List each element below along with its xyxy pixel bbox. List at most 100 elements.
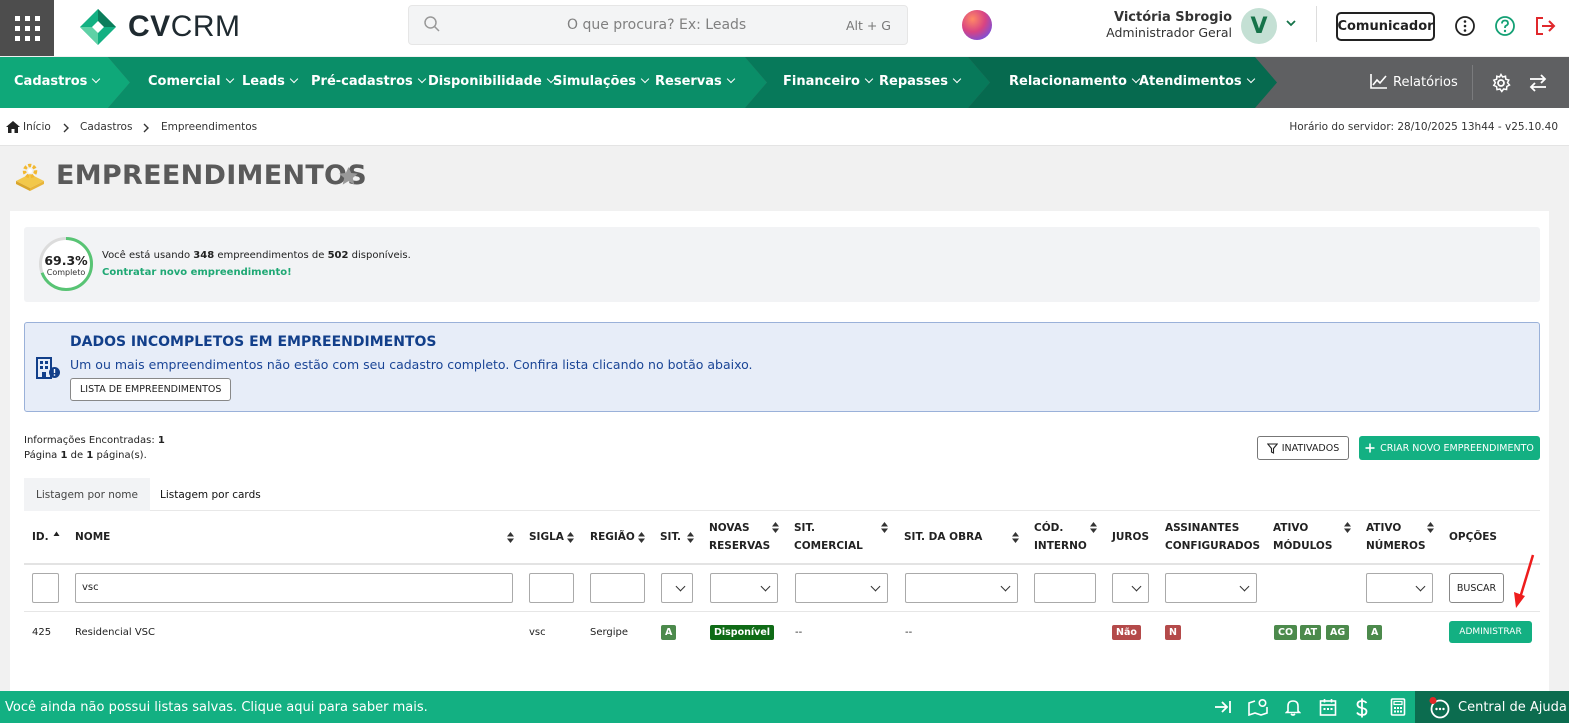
filter-id-input[interactable] bbox=[32, 573, 59, 603]
home-icon[interactable] bbox=[6, 121, 20, 133]
avatar[interactable]: V bbox=[1241, 8, 1277, 44]
logout-icon[interactable] bbox=[1533, 15, 1557, 37]
apps-menu-button[interactable] bbox=[0, 0, 54, 56]
chevron-right-icon bbox=[63, 123, 69, 133]
nav-repasses[interactable]: Repasses bbox=[879, 74, 962, 89]
nav-relatorios[interactable]: Relatórios bbox=[1370, 73, 1458, 90]
cvcrm-logo[interactable]: CVCRM bbox=[78, 6, 241, 48]
col-sit-obra[interactable]: SIT. DA OBRA bbox=[904, 528, 982, 546]
nav-reservas[interactable]: Reservas bbox=[655, 74, 736, 89]
cell-sit-obra: -- bbox=[905, 627, 913, 638]
col-cod-interno[interactable]: CÓD. INTERNO bbox=[1034, 519, 1087, 555]
inativados-filter-button[interactable]: INATIVADOS bbox=[1257, 436, 1349, 460]
sort-icon[interactable] bbox=[507, 532, 514, 543]
col-sit-comercial[interactable]: SIT. COMERCIAL bbox=[794, 519, 863, 555]
sort-icon[interactable] bbox=[687, 532, 694, 543]
favorite-star-icon[interactable] bbox=[338, 166, 359, 186]
sort-icon[interactable] bbox=[1012, 532, 1019, 543]
sort-icon[interactable] bbox=[881, 522, 888, 533]
sort-asc-icon[interactable] bbox=[53, 531, 60, 537]
administrar-button[interactable]: ADMINISTRAR bbox=[1449, 621, 1532, 643]
central-ajuda-button[interactable]: Central de Ajuda bbox=[1415, 691, 1569, 723]
user-info[interactable]: Victória Sbrogio Administrador Geral bbox=[1106, 10, 1232, 40]
usage-text: Você está usando 348 empreendimentos de … bbox=[102, 250, 411, 261]
col-sit[interactable]: SIT. bbox=[660, 528, 681, 546]
bell-icon[interactable] bbox=[1285, 698, 1301, 716]
page-title: EMPREENDIMENTOS bbox=[56, 160, 368, 191]
col-ativo-numeros[interactable]: ATIVO NÚMEROS bbox=[1366, 519, 1426, 555]
col-sigla[interactable]: SIGLA bbox=[529, 528, 564, 546]
status-badge-sit: A bbox=[661, 625, 677, 640]
criar-empreendimento-button[interactable]: CRIAR NOVO EMPREENDIMENTO bbox=[1359, 436, 1540, 460]
search-placeholder: O que procura? Ex: Leads bbox=[567, 17, 747, 33]
breadcrumb-cadastros[interactable]: Cadastros bbox=[80, 121, 132, 133]
filter-nome-input[interactable]: vsc bbox=[75, 573, 513, 603]
col-nome[interactable]: NOME bbox=[75, 528, 110, 546]
sort-icon[interactable] bbox=[638, 532, 645, 543]
saved-lists-message[interactable]: Você ainda não possui listas salvas. Cli… bbox=[5, 700, 428, 715]
contratar-link[interactable]: Contratar novo empreendimento! bbox=[102, 267, 292, 278]
more-options-icon[interactable] bbox=[1454, 15, 1476, 37]
tab-listagem-cards[interactable]: Listagem por cards bbox=[148, 478, 273, 511]
filter-sigla-input[interactable] bbox=[529, 573, 574, 603]
filter-cod-interno-input[interactable] bbox=[1034, 573, 1096, 603]
nav-atendimentos[interactable]: Atendimentos bbox=[1139, 74, 1255, 89]
lista-empreendimentos-button[interactable]: LISTA DE EMPREENDIMENTOS bbox=[70, 378, 232, 401]
filter-novas-reservas-select[interactable] bbox=[710, 573, 778, 603]
col-novas-reservas[interactable]: NOVAS RESERVAS bbox=[709, 519, 770, 555]
collapse-right-icon[interactable] bbox=[1214, 698, 1232, 716]
filter-sit-comercial-select[interactable] bbox=[795, 573, 888, 603]
nav-financeiro[interactable]: Financeiro bbox=[783, 74, 874, 89]
sort-icon[interactable] bbox=[1090, 522, 1097, 533]
col-assinantes[interactable]: ASSINANTES CONFIGURADOS bbox=[1165, 519, 1260, 555]
table-header-divider bbox=[24, 563, 1540, 565]
building-gear-icon bbox=[16, 163, 44, 191]
swap-arrows-icon[interactable] bbox=[1528, 73, 1548, 93]
global-search-input[interactable]: O que procura? Ex: Leads Alt + G bbox=[408, 5, 908, 45]
row-divider bbox=[24, 611, 1540, 612]
filter-ativo-numeros-select[interactable] bbox=[1366, 573, 1433, 603]
filter-regiao-input[interactable] bbox=[590, 573, 645, 603]
nav-leads[interactable]: Leads bbox=[242, 74, 299, 89]
building-alert-icon bbox=[36, 357, 60, 379]
results-info: Informações Encontradas: 1 Página 1 de 1… bbox=[24, 435, 165, 461]
filter-assinantes-select[interactable] bbox=[1165, 573, 1257, 603]
alert-text: Um ou mais empreendimentos não estão com… bbox=[70, 357, 753, 372]
cell-sigla: vsc bbox=[529, 627, 546, 638]
sort-icon[interactable] bbox=[1344, 522, 1351, 533]
dollar-icon[interactable] bbox=[1355, 698, 1369, 718]
alert-title: DADOS INCOMPLETOS EM EMPREENDIMENTOS bbox=[70, 334, 437, 350]
server-time: Horário do servidor: 28/10/2025 13h44 - … bbox=[1289, 121, 1558, 133]
ai-assistant-orb-icon[interactable] bbox=[962, 10, 992, 40]
sort-icon[interactable] bbox=[772, 522, 779, 533]
col-regiao[interactable]: REGIÃO bbox=[590, 528, 635, 546]
calendar-icon[interactable] bbox=[1319, 698, 1337, 716]
sort-icon[interactable] bbox=[567, 532, 574, 543]
comunicador-button[interactable]: Comunicador bbox=[1336, 12, 1435, 41]
col-id[interactable]: ID. bbox=[32, 528, 49, 546]
search-icon bbox=[424, 16, 440, 32]
chevron-down-icon[interactable] bbox=[1285, 18, 1297, 28]
filter-juros-select[interactable] bbox=[1112, 573, 1149, 603]
col-juros[interactable]: JUROS bbox=[1112, 528, 1149, 546]
chart-line-icon bbox=[1370, 74, 1387, 89]
nav-relacionamento[interactable]: Relacionamento bbox=[1009, 74, 1141, 89]
help-icon[interactable] bbox=[1494, 15, 1516, 37]
nav-pre-cadastros[interactable]: Pré-cadastros bbox=[311, 74, 426, 89]
buscar-button[interactable]: BUSCAR bbox=[1449, 573, 1504, 603]
gear-icon[interactable] bbox=[1491, 73, 1511, 93]
cell-nome[interactable]: Residencial VSC bbox=[75, 627, 155, 638]
nav-disponibilidade[interactable]: Disponibilidade bbox=[428, 74, 556, 89]
col-ativo-modulos[interactable]: ATIVO MÓDULOS bbox=[1273, 519, 1332, 555]
tab-listagem-nome[interactable]: Listagem por nome bbox=[24, 478, 150, 511]
nav-simulacoes[interactable]: Simulações bbox=[553, 74, 650, 89]
filter-sit-obra-select[interactable] bbox=[905, 573, 1018, 603]
filter-sit-select[interactable] bbox=[661, 573, 693, 603]
map-pin-icon[interactable] bbox=[1248, 698, 1268, 716]
nav-cadastros[interactable]: Cadastros bbox=[14, 74, 101, 89]
sort-icon[interactable] bbox=[1427, 522, 1434, 533]
calculator-icon[interactable] bbox=[1390, 698, 1406, 716]
top-header: CVCRM O que procura? Ex: Leads Alt + G V… bbox=[0, 0, 1569, 56]
nav-comercial[interactable]: Comercial bbox=[148, 74, 234, 89]
breadcrumb-inicio[interactable]: Início bbox=[23, 121, 51, 133]
